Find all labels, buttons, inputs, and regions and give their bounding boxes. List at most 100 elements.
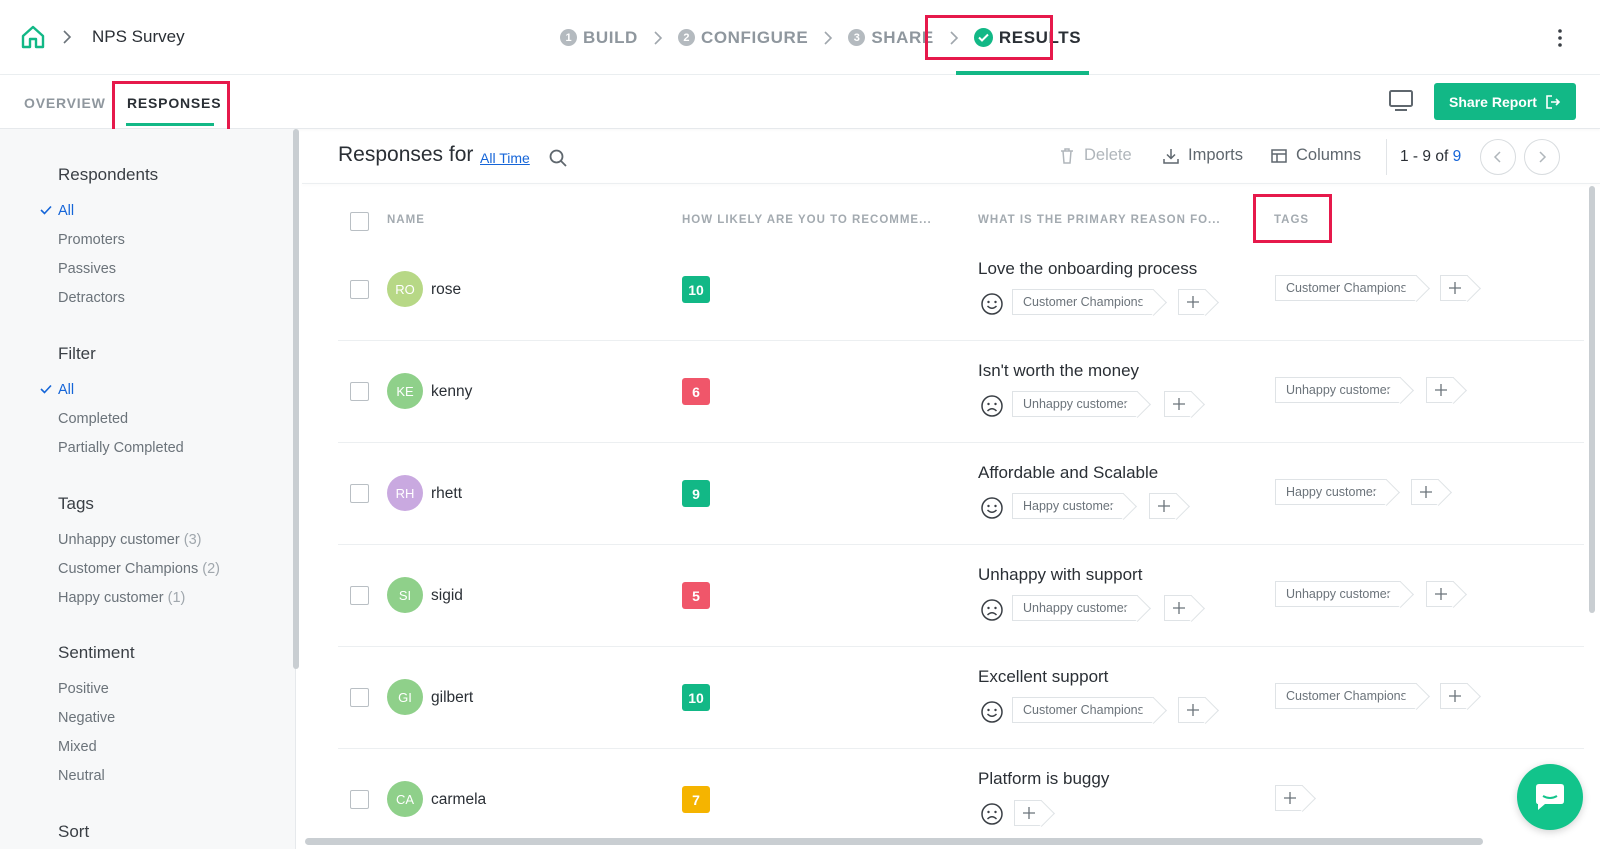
check-icon: [40, 384, 52, 394]
reason-text: Unhappy with support: [978, 565, 1143, 584]
plus-icon: [1172, 398, 1185, 410]
add-tag-button[interactable]: [1440, 683, 1468, 709]
step-share[interactable]: 3 SHARE: [848, 0, 934, 75]
respondent-name[interactable]: rose: [431, 281, 461, 299]
sidebar-item-partially-completed[interactable]: Partially Completed: [58, 440, 184, 456]
filter-sidebar: [0, 129, 296, 849]
tab-overview[interactable]: OVERVIEW: [24, 95, 106, 111]
sidebar-item-neutral[interactable]: Neutral: [58, 768, 105, 784]
reason-tag-chip[interactable]: Unhappy customer: [1012, 595, 1138, 621]
share-report-button[interactable]: Share Report: [1434, 83, 1576, 120]
sidebar-item-positive[interactable]: Positive: [58, 681, 109, 697]
add-tag-button[interactable]: [1164, 595, 1192, 621]
add-tag-button[interactable]: [1164, 391, 1192, 417]
sidebar-item-all-filter[interactable]: All: [58, 382, 74, 398]
column-header-score[interactable]: HOW LIKELY ARE YOU TO RECOMME...: [682, 214, 932, 226]
plus-icon: [1434, 588, 1447, 600]
step-label: CONFIGURE: [700, 27, 809, 47]
imports-button[interactable]: Imports: [1162, 146, 1243, 165]
table-vertical-scrollbar[interactable]: [1589, 186, 1595, 613]
row-divider: [338, 340, 1584, 341]
chevron-right-icon: [1539, 151, 1547, 163]
tag-chip[interactable]: Customer Champions: [1275, 275, 1417, 301]
reason-tag-chip[interactable]: Customer Champions: [1012, 697, 1154, 723]
reason-tag-chip[interactable]: Happy customer: [1012, 493, 1125, 519]
sidebar-item-tag-happy[interactable]: Happy customer (1): [58, 590, 185, 606]
plus-icon: [1157, 500, 1170, 512]
search-icon[interactable]: [548, 148, 568, 168]
plus-icon: [1448, 282, 1461, 294]
row-checkbox[interactable]: [350, 790, 369, 809]
step-number: 2: [677, 29, 695, 46]
plus-icon: [1022, 807, 1035, 819]
select-all-checkbox[interactable]: [350, 212, 369, 231]
next-page-button[interactable]: [1524, 139, 1560, 175]
prev-page-button[interactable]: [1480, 139, 1516, 175]
top-bar: NPS Survey 1 BUILD 2 CONFIGURE 3 SHARE R…: [0, 0, 1600, 75]
row-checkbox[interactable]: [350, 484, 369, 503]
tag-chip[interactable]: Unhappy customer: [1275, 581, 1401, 607]
plus-icon: [1448, 690, 1461, 702]
sidebar-item-negative[interactable]: Negative: [58, 710, 115, 726]
column-header-reason[interactable]: WHAT IS THE PRIMARY REASON FO...: [978, 214, 1221, 226]
add-tag-button[interactable]: [1411, 479, 1439, 505]
table-columns-icon: [1271, 148, 1287, 163]
more-options-icon[interactable]: [1556, 27, 1564, 49]
date-range-link[interactable]: All Time: [480, 150, 530, 166]
columns-button[interactable]: Columns: [1270, 146, 1361, 165]
delete-button[interactable]: Delete: [1058, 146, 1132, 165]
add-tag-button[interactable]: [1426, 377, 1454, 403]
respondent-name[interactable]: kenny: [431, 383, 472, 401]
row-checkbox[interactable]: [350, 280, 369, 299]
sidebar-item-tag-champions[interactable]: Customer Champions (2): [58, 561, 220, 577]
check-icon: [40, 205, 52, 215]
row-checkbox[interactable]: [350, 586, 369, 605]
sidebar-item-tag-unhappy[interactable]: Unhappy customer (3): [58, 532, 201, 548]
row-checkbox[interactable]: [350, 688, 369, 707]
sidebar-item-completed[interactable]: Completed: [58, 411, 128, 427]
monitor-icon[interactable]: [1388, 89, 1414, 113]
survey-title[interactable]: NPS Survey: [92, 27, 185, 47]
sidebar-scrollbar[interactable]: [293, 129, 299, 669]
score-badge: 10: [682, 276, 710, 303]
respondent-name[interactable]: sigid: [431, 587, 463, 605]
add-tag-button[interactable]: [1149, 493, 1177, 519]
reason-tag-chip[interactable]: Unhappy customer: [1012, 391, 1138, 417]
step-configure[interactable]: 2 CONFIGURE: [677, 0, 809, 75]
sidebar-item-mixed[interactable]: Mixed: [58, 739, 97, 755]
row-divider: [338, 748, 1584, 749]
tag-chip[interactable]: Customer Champions: [1275, 683, 1417, 709]
respondent-name[interactable]: carmela: [431, 791, 486, 809]
reason-tag-chip[interactable]: Customer Champions: [1012, 289, 1154, 315]
tag-count: (1): [167, 590, 186, 606]
add-tag-button[interactable]: [1275, 785, 1303, 811]
sidebar-item-detractors[interactable]: Detractors: [58, 290, 125, 306]
smiley-face-icon: [981, 293, 1003, 315]
home-icon[interactable]: [20, 24, 46, 50]
sidebar-item-promoters[interactable]: Promoters: [58, 232, 125, 248]
chevron-right-icon: [63, 30, 72, 44]
sidebar-item-passives[interactable]: Passives: [58, 261, 116, 277]
add-tag-button[interactable]: [1426, 581, 1454, 607]
score-badge: 5: [682, 582, 710, 609]
step-build[interactable]: 1 BUILD: [560, 0, 638, 75]
export-icon: [1546, 94, 1561, 109]
pagination-info: 1 - 9 of 9: [1400, 148, 1461, 166]
plus-icon: [1186, 704, 1199, 716]
row-checkbox[interactable]: [350, 382, 369, 401]
table-horizontal-scrollbar[interactable]: [305, 838, 1483, 845]
add-tag-button[interactable]: [1440, 275, 1468, 301]
add-tag-button[interactable]: [1178, 289, 1206, 315]
tag-chip[interactable]: Unhappy customer: [1275, 377, 1401, 403]
row-divider: [338, 646, 1584, 647]
respondent-name[interactable]: rhett: [431, 485, 462, 503]
chat-launcher-button[interactable]: [1517, 764, 1583, 830]
sidebar-item-all-respondents[interactable]: All: [58, 203, 74, 219]
column-header-name[interactable]: NAME: [387, 214, 425, 226]
add-tag-button[interactable]: [1178, 697, 1206, 723]
add-tag-button[interactable]: [1014, 800, 1042, 826]
avatar: SI: [387, 577, 423, 613]
respondent-name[interactable]: gilbert: [431, 689, 473, 707]
pagination-total: 9: [1452, 148, 1462, 165]
tag-chip[interactable]: Happy customer: [1275, 479, 1388, 505]
